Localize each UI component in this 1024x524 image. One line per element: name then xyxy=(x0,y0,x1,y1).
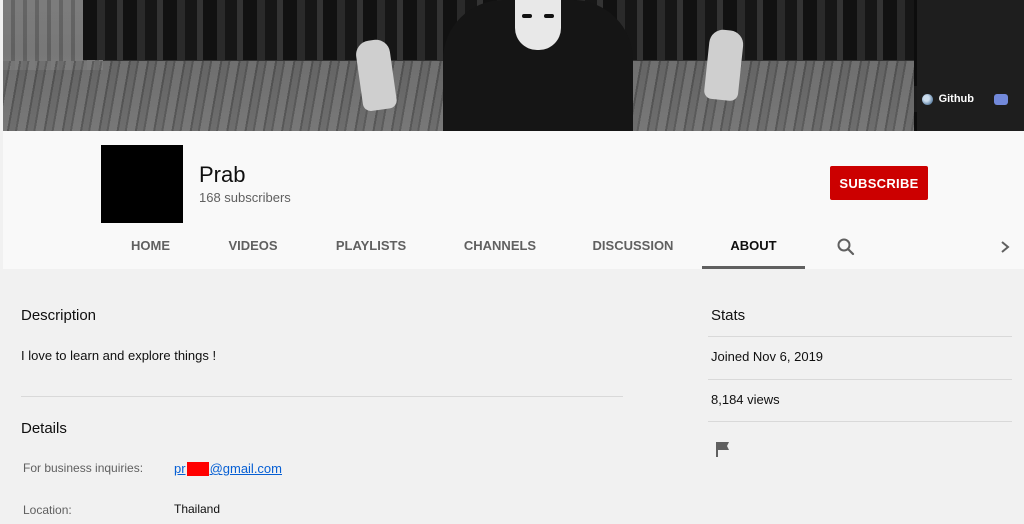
subscribe-button[interactable]: SUBSCRIBE xyxy=(830,166,928,200)
location-label: Location: xyxy=(23,503,72,517)
tab-playlists[interactable]: PLAYLISTS xyxy=(331,225,411,269)
business-inquiries-label: For business inquiries: xyxy=(23,461,144,475)
stats-heading: Stats xyxy=(711,307,746,324)
avatar xyxy=(101,145,183,223)
flag-icon[interactable] xyxy=(714,440,732,458)
details-heading: Details xyxy=(21,420,67,437)
email-suffix: @gmail.com xyxy=(209,461,282,476)
discord-link[interactable] xyxy=(986,86,1016,112)
channel-banner xyxy=(3,0,1024,131)
channel-name: Prab xyxy=(199,162,246,187)
description-heading: Description xyxy=(21,307,97,324)
tab-videos[interactable]: VIDEOS xyxy=(225,225,281,269)
subscriber-count: 168 subscribers xyxy=(199,190,291,205)
banner-hand-right xyxy=(703,28,745,102)
channel-tabs: HOME VIDEOS PLAYLISTS CHANNELS DISCUSSIO… xyxy=(3,225,1024,269)
github-link[interactable]: Github xyxy=(913,86,982,112)
tab-discussion[interactable]: DISCUSSION xyxy=(589,225,677,269)
discord-icon xyxy=(994,93,1008,105)
about-content: Description I love to learn and explore … xyxy=(3,269,1024,524)
banner-mask xyxy=(515,0,561,50)
tab-channels[interactable]: CHANNELS xyxy=(460,225,540,269)
search-icon[interactable] xyxy=(836,237,856,257)
channel-header: Prab 168 subscribers SUBSCRIBE HOME VIDE… xyxy=(3,131,1024,269)
divider xyxy=(708,379,1012,380)
divider xyxy=(21,396,623,397)
view-count: 8,184 views xyxy=(711,392,780,407)
email-prefix: pr xyxy=(174,461,186,476)
description-text: I love to learn and explore things ! xyxy=(21,348,217,363)
divider xyxy=(708,336,1012,337)
tab-about[interactable]: ABOUT xyxy=(702,225,805,269)
banner-links: Github xyxy=(913,86,1016,112)
github-link-label: Github xyxy=(938,93,974,105)
location-value: Thailand xyxy=(174,502,221,516)
business-email-link[interactable]: pr @gmail.com xyxy=(174,461,282,476)
redaction-box xyxy=(186,461,209,476)
chevron-right-icon[interactable] xyxy=(997,237,1013,257)
globe-icon xyxy=(921,93,933,105)
joined-date: Joined Nov 6, 2019 xyxy=(711,349,824,364)
tab-home[interactable]: HOME xyxy=(123,225,178,269)
divider xyxy=(708,421,1012,422)
